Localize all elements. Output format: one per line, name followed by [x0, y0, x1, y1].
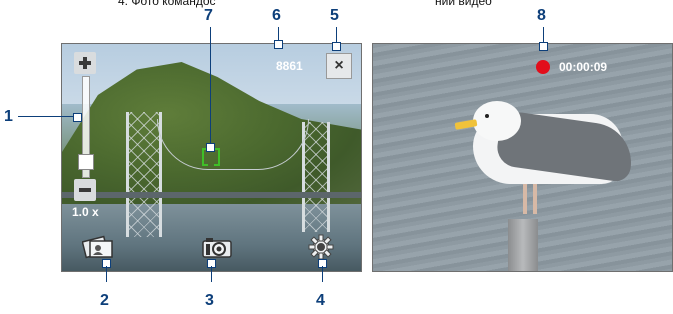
gear-icon	[308, 234, 334, 260]
seagull-eye	[485, 114, 489, 118]
callout-anchor	[73, 113, 82, 122]
callout-anchor	[332, 42, 341, 51]
callout-number: 1	[4, 108, 13, 125]
bridge-tower-left	[126, 112, 162, 237]
callout-number: 8	[537, 7, 546, 24]
photo-stack-icon	[82, 235, 113, 259]
callout-line	[322, 266, 323, 282]
callout-number: 7	[204, 7, 213, 24]
callout-number: 3	[205, 292, 214, 309]
callout-number: 5	[330, 7, 339, 24]
video-viewfinder[interactable]: 00:00:09	[372, 43, 673, 272]
camera-icon	[202, 238, 232, 258]
review-button[interactable]	[82, 234, 114, 260]
callout-line	[210, 27, 211, 145]
seagull-leg-left	[523, 179, 527, 214]
callout-line	[18, 116, 74, 117]
seagull-leg-right	[533, 179, 537, 214]
header-fragment-right: ний видео	[435, 0, 492, 8]
callout-line	[278, 27, 279, 41]
video-post	[508, 219, 538, 271]
plus-icon	[79, 57, 91, 69]
zoom-in-button[interactable]	[74, 52, 96, 74]
callout-line	[543, 27, 544, 43]
shots-remaining-counter: 8861	[276, 59, 303, 73]
recording-time: 00:00:09	[559, 60, 608, 74]
callout-line	[211, 266, 212, 282]
zoom-out-button[interactable]	[74, 179, 96, 201]
bridge-deck	[62, 192, 361, 198]
camera-viewfinder[interactable]: 1.0 x 8861 ×	[61, 43, 362, 272]
header-fragment-left: 4. Фото командос	[118, 0, 216, 8]
callout-line	[336, 27, 337, 43]
callout-anchor	[206, 143, 215, 152]
capture-mode-button[interactable]	[202, 236, 232, 258]
close-button[interactable]: ×	[326, 53, 352, 79]
callout-anchor	[274, 40, 283, 49]
callout-number: 4	[316, 292, 325, 309]
settings-button[interactable]	[308, 234, 334, 260]
callout-anchor	[539, 42, 548, 51]
callout-number: 6	[272, 7, 281, 24]
callout-number: 2	[100, 292, 109, 309]
bridge-tower-right	[302, 122, 330, 232]
callout-line	[106, 266, 107, 282]
record-indicator-icon	[536, 60, 550, 74]
close-icon: ×	[334, 57, 344, 74]
seagull-head	[473, 101, 521, 141]
minus-icon	[79, 188, 91, 192]
zoom-level-label: 1.0 x	[72, 205, 99, 219]
zoom-slider-thumb[interactable]	[78, 154, 94, 170]
